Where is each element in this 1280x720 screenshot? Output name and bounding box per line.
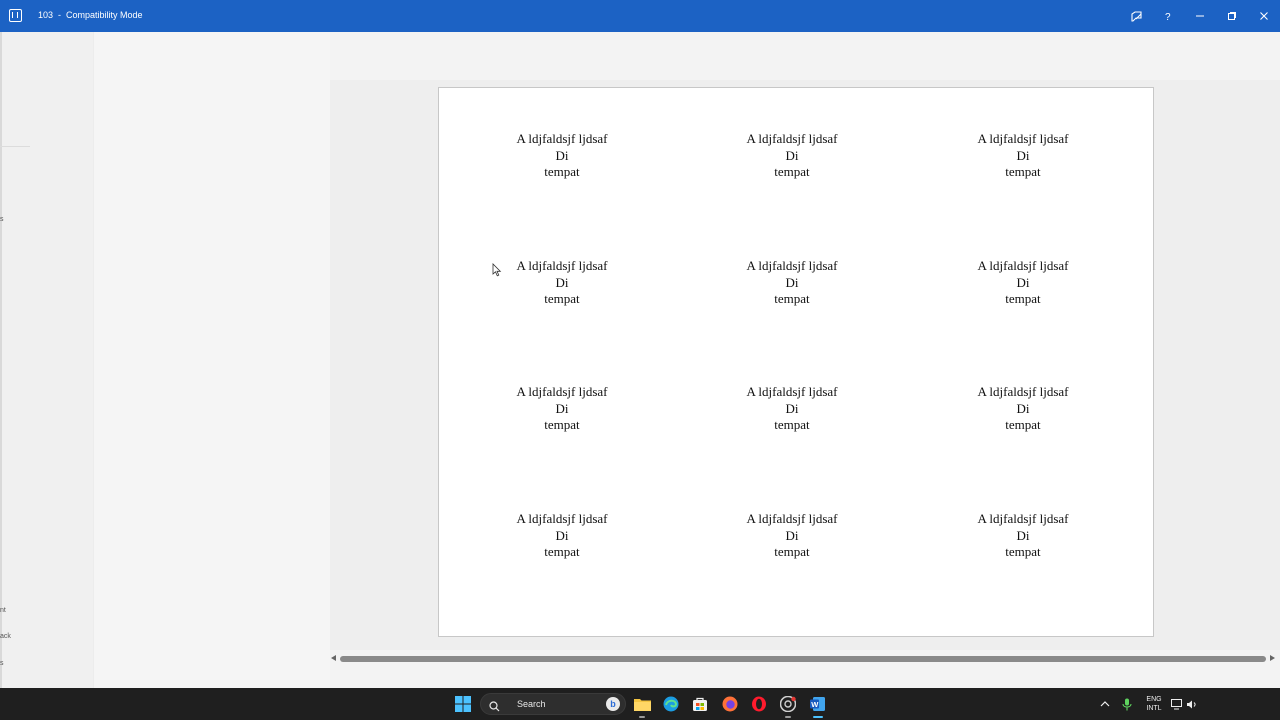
search-label: Search bbox=[517, 699, 546, 709]
label-di-line: Di bbox=[785, 147, 799, 163]
label-name-line: A ldjfaldsjf ljdsaf bbox=[516, 511, 608, 526]
restore-button[interactable] bbox=[1217, 0, 1247, 32]
label-name-line: A ldjfaldsjf ljdsaf bbox=[746, 131, 838, 146]
pen-feedback-icon[interactable] bbox=[1121, 0, 1151, 32]
label-name-line: A ldjfaldsjf ljdsaf bbox=[746, 511, 838, 526]
microsoft-store-icon[interactable] bbox=[690, 694, 710, 714]
label-place-line: tempat bbox=[774, 417, 810, 432]
backstage-nav-panel bbox=[0, 32, 94, 688]
label-cell[interactable]: A ldjfaldsjf ljdsaf Di tempat bbox=[472, 131, 652, 181]
edge-icon[interactable] bbox=[661, 694, 681, 714]
volume-icon[interactable] bbox=[1182, 694, 1202, 714]
close-button[interactable] bbox=[1249, 0, 1279, 32]
svg-text:W: W bbox=[811, 700, 819, 709]
document-name: 103 bbox=[38, 10, 54, 20]
label-di-line: Di bbox=[785, 527, 799, 543]
firefox-icon[interactable] bbox=[720, 694, 740, 714]
label-cell[interactable]: A ldjfaldsjf ljdsaf Di tempat bbox=[933, 258, 1113, 308]
backstage-content-area bbox=[94, 32, 330, 688]
label-place-line: tempat bbox=[1005, 544, 1041, 559]
label-di-line: Di bbox=[555, 527, 569, 543]
label-name-line: A ldjfaldsjf ljdsaf bbox=[516, 131, 608, 146]
label-place-line: tempat bbox=[774, 291, 810, 306]
scrollbar-thumb[interactable] bbox=[340, 656, 1266, 662]
nav-item-options-bottom[interactable]: s bbox=[0, 660, 4, 667]
nav-item-account[interactable]: nt bbox=[0, 607, 6, 614]
scroll-right-arrow-icon[interactable] bbox=[1270, 655, 1275, 661]
document-title: 103- Compatibility Mode bbox=[38, 10, 143, 20]
compatibility-mode-label: Compatibility Mode bbox=[66, 10, 143, 20]
label-place-line: tempat bbox=[774, 164, 810, 179]
search-icon bbox=[489, 699, 500, 717]
label-cell[interactable]: A ldjfaldsjf ljdsaf Di tempat bbox=[933, 131, 1113, 181]
minimize-button[interactable] bbox=[1185, 0, 1215, 32]
running-indicator bbox=[639, 716, 645, 718]
label-di-line: Di bbox=[1016, 400, 1030, 416]
label-di-line: Di bbox=[555, 147, 569, 163]
title-bar: 103- Compatibility Mode ? bbox=[0, 0, 1280, 32]
language-indicator[interactable]: ENG INTL bbox=[1144, 695, 1164, 713]
language-code: ENG bbox=[1146, 696, 1162, 703]
bing-icon: b bbox=[606, 697, 620, 711]
svg-text:?: ? bbox=[1165, 12, 1171, 22]
label-name-line: A ldjfaldsjf ljdsaf bbox=[746, 384, 838, 399]
chevron-up-icon[interactable] bbox=[1095, 694, 1115, 714]
label-di-line: Di bbox=[785, 274, 799, 290]
label-cell[interactable]: A ldjfaldsjf ljdsaf Di tempat bbox=[702, 511, 882, 561]
running-indicator bbox=[785, 716, 791, 718]
label-place-line: tempat bbox=[544, 417, 580, 432]
opera-icon[interactable] bbox=[749, 694, 769, 714]
label-di-line: Di bbox=[555, 400, 569, 416]
windows-taskbar: Search b W ENG INTL bbox=[0, 688, 1280, 720]
label-place-line: tempat bbox=[1005, 291, 1041, 306]
word-app-icon[interactable] bbox=[9, 9, 22, 22]
windows-start-icon[interactable] bbox=[453, 694, 473, 714]
taskbar-search-box[interactable]: Search b bbox=[480, 693, 626, 715]
help-icon[interactable]: ? bbox=[1153, 0, 1183, 32]
nav-item-options[interactable]: s bbox=[0, 216, 4, 223]
label-place-line: tempat bbox=[1005, 164, 1041, 179]
horizontal-scrollbar[interactable] bbox=[330, 652, 1276, 666]
label-cell[interactable]: A ldjfaldsjf ljdsaf Di tempat bbox=[472, 384, 652, 434]
label-place-line: tempat bbox=[544, 291, 580, 306]
label-cell[interactable]: A ldjfaldsjf ljdsaf Di tempat bbox=[933, 511, 1113, 561]
label-name-line: A ldjfaldsjf ljdsaf bbox=[977, 258, 1069, 273]
scroll-left-arrow-icon[interactable] bbox=[331, 655, 336, 661]
title-separator: - bbox=[58, 10, 62, 20]
mouse-pointer-icon bbox=[492, 263, 502, 282]
label-cell[interactable]: A ldjfaldsjf ljdsaf Di tempat bbox=[472, 511, 652, 561]
label-place-line: tempat bbox=[544, 544, 580, 559]
active-app-indicator bbox=[813, 716, 823, 718]
label-place-line: tempat bbox=[774, 544, 810, 559]
label-cell[interactable]: A ldjfaldsjf ljdsaf Di tempat bbox=[933, 384, 1113, 434]
label-place-line: tempat bbox=[544, 164, 580, 179]
word-icon[interactable]: W bbox=[808, 694, 828, 714]
label-place-line: tempat bbox=[1005, 417, 1041, 432]
label-name-line: A ldjfaldsjf ljdsaf bbox=[977, 384, 1069, 399]
label-name-line: A ldjfaldsjf ljdsaf bbox=[746, 258, 838, 273]
file-explorer-icon[interactable] bbox=[632, 694, 652, 714]
label-cell[interactable]: A ldjfaldsjf ljdsaf Di tempat bbox=[702, 131, 882, 181]
label-di-line: Di bbox=[785, 400, 799, 416]
microphone-icon[interactable] bbox=[1117, 694, 1137, 714]
label-di-line: Di bbox=[1016, 527, 1030, 543]
label-di-line: Di bbox=[1016, 147, 1030, 163]
label-cell[interactable]: A ldjfaldsjf ljdsaf Di tempat bbox=[702, 384, 882, 434]
left-window-edge bbox=[0, 32, 2, 688]
chrome-icon[interactable] bbox=[778, 694, 798, 714]
label-di-line: Di bbox=[1016, 274, 1030, 290]
label-cell[interactable]: A ldjfaldsjf ljdsaf Di tempat bbox=[702, 258, 882, 308]
label-name-line: A ldjfaldsjf ljdsaf bbox=[977, 511, 1069, 526]
label-name-line: A ldjfaldsjf ljdsaf bbox=[977, 131, 1069, 146]
label-name-line: A ldjfaldsjf ljdsaf bbox=[516, 384, 608, 399]
keyboard-layout: INTL bbox=[1146, 705, 1162, 712]
nav-divider bbox=[0, 146, 30, 147]
nav-item-feedback[interactable]: ack bbox=[0, 633, 11, 640]
